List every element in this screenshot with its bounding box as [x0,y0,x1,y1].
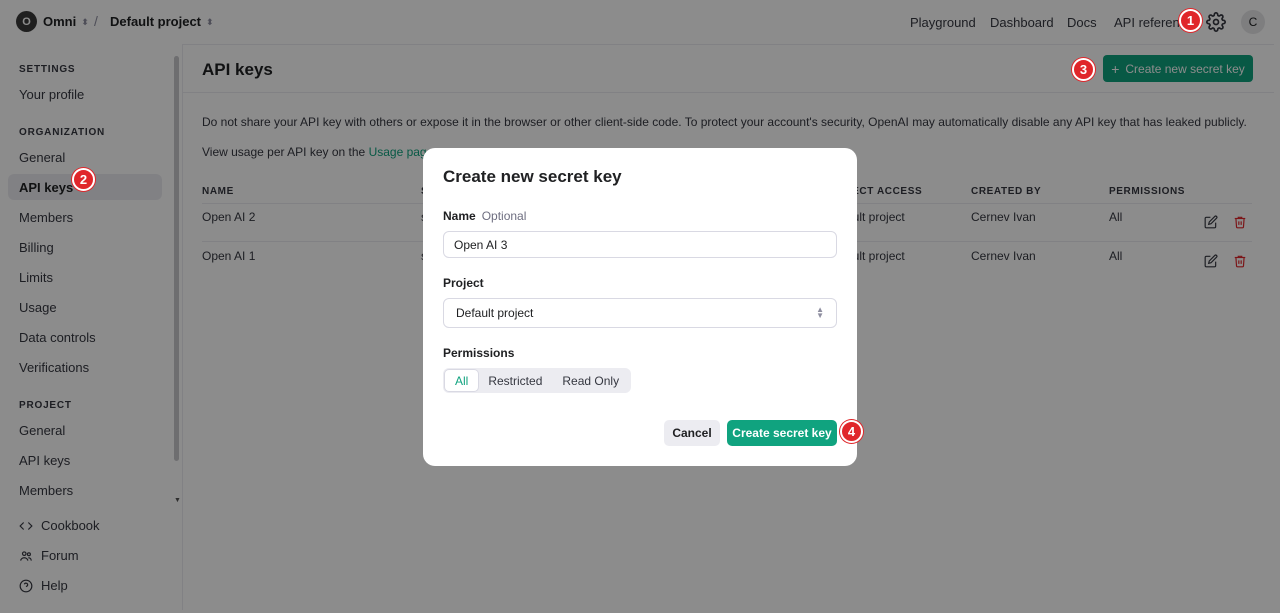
step-badge-4: 4 [840,420,863,443]
cancel-button[interactable]: Cancel [664,420,720,446]
dialog-title: Create new secret key [443,167,622,186]
name-label-text: Name [443,209,476,223]
name-input[interactable] [443,231,837,258]
permission-option-all[interactable]: All [445,370,479,391]
updown-chevron-icon: ▲ ▼ [816,305,824,320]
name-label: Name Optional [443,209,526,223]
create-secret-key-button[interactable]: Create secret key [727,420,837,446]
step-badge-3: 3 [1072,58,1095,81]
project-select-value: Default project [456,306,534,320]
permission-option-restricted[interactable]: Restricted [478,370,552,391]
project-select[interactable]: Default project ▲ ▼ [443,298,837,328]
create-secret-key-dialog: Create new secret key Name Optional Proje… [423,148,857,466]
permission-option-read-only[interactable]: Read Only [552,370,629,391]
step-badge-1: 1 [1179,9,1202,32]
permissions-label: Permissions [443,346,515,360]
permissions-segmented-control: All Restricted Read Only [443,368,632,393]
optional-hint: Optional [481,209,527,223]
project-label: Project [443,276,484,290]
step-badge-2: 2 [72,168,95,191]
